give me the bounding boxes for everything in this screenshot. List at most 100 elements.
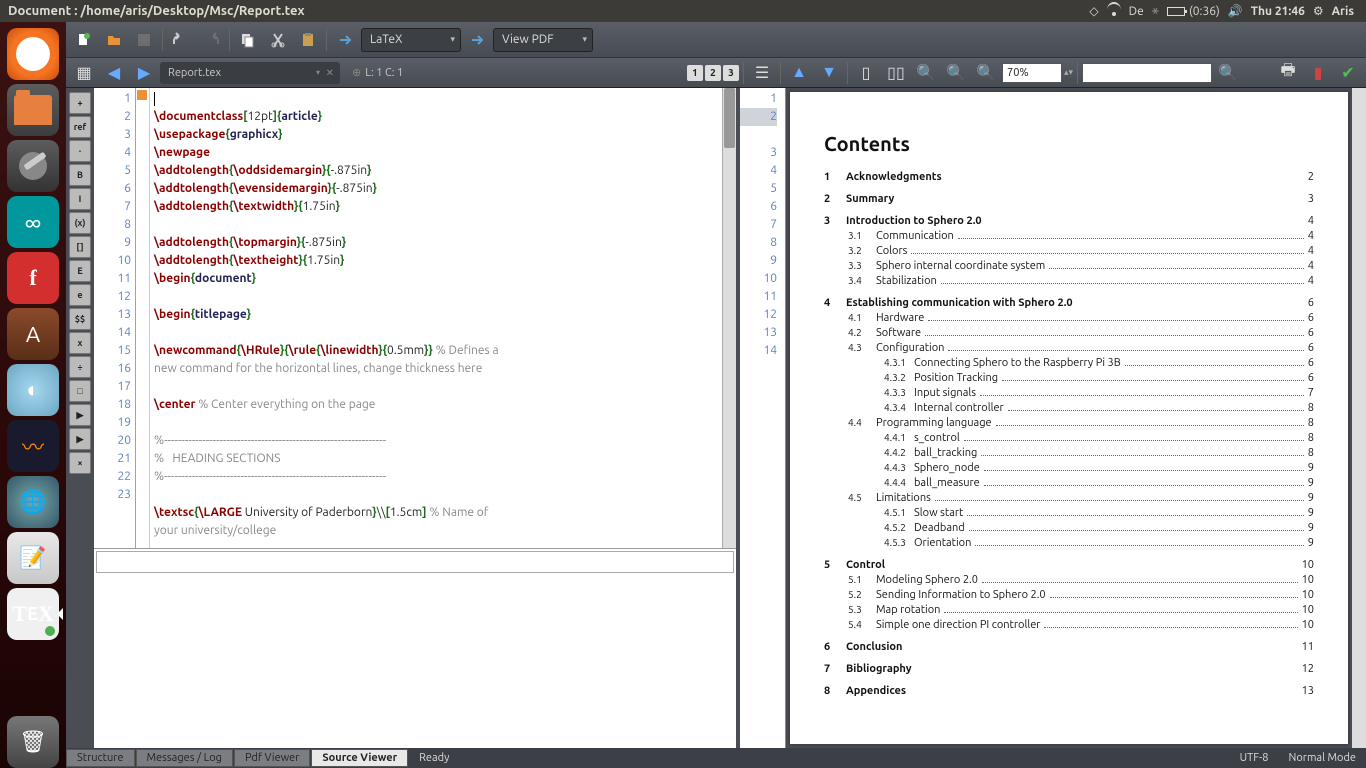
- copy-icon[interactable]: [234, 27, 262, 53]
- print-icon[interactable]: 🖶: [1274, 60, 1302, 86]
- toc-entry[interactable]: 7Bibliography12: [824, 663, 1314, 675]
- new-file-icon[interactable]: [70, 27, 98, 53]
- pdf-double-icon[interactable]: ▯▯: [882, 60, 910, 86]
- keyboard-indicator[interactable]: De: [1129, 5, 1144, 18]
- toggle-structure-icon[interactable]: ▦: [70, 60, 98, 86]
- toc-entry[interactable]: 4.4.1s_control8: [824, 432, 1314, 444]
- status-tab-source-viewer[interactable]: Source Viewer: [311, 749, 408, 767]
- sidetool-13[interactable]: ▶: [69, 404, 91, 426]
- marble-icon[interactable]: 🌐: [7, 476, 59, 528]
- sidetool-3[interactable]: B: [69, 164, 91, 186]
- toc-entry[interactable]: 4.2Software6: [824, 327, 1314, 339]
- pdf-down-icon[interactable]: ▼: [815, 60, 843, 86]
- wifi-icon[interactable]: [1107, 6, 1121, 16]
- code-editor[interactable]: 1234567891011121314151617181920212223 \d…: [94, 88, 736, 548]
- sidetool-5[interactable]: (x): [69, 212, 91, 234]
- toc-entry[interactable]: 4.5.2Deadband9: [824, 522, 1314, 534]
- dropbox-icon[interactable]: ◇: [1089, 4, 1098, 18]
- volume-icon[interactable]: 🔊: [1228, 4, 1243, 18]
- viewer-dropdown[interactable]: View PDF: [493, 28, 593, 52]
- toc-entry[interactable]: 4.4.4ball_measure9: [824, 477, 1314, 489]
- toc-entry[interactable]: 5.1Modeling Sphero 2.010: [824, 574, 1314, 586]
- zoom-fit-icon[interactable]: 🔍: [972, 60, 1000, 86]
- layout-3-button[interactable]: 3: [723, 65, 739, 81]
- layout-2-button[interactable]: 2: [705, 65, 721, 81]
- toc-entry[interactable]: 8Appendices13: [824, 685, 1314, 697]
- pdf-search-input[interactable]: [1082, 63, 1212, 83]
- build-icon[interactable]: [331, 27, 359, 53]
- toc-entry[interactable]: 4.5.3Orientation9: [824, 537, 1314, 549]
- cut-icon[interactable]: [264, 27, 292, 53]
- compiler-dropdown[interactable]: LaTeX: [361, 28, 461, 52]
- redo-icon[interactable]: [197, 27, 225, 53]
- battery-indicator[interactable]: (0:36): [1167, 5, 1220, 18]
- pdf-scrollbar[interactable]: [1352, 88, 1366, 748]
- zoom-in-icon[interactable]: 🔍: [942, 60, 970, 86]
- arduino-icon[interactable]: ∞: [7, 196, 59, 248]
- sidetool-10[interactable]: x: [69, 332, 91, 354]
- toc-entry[interactable]: 3.4Stabilization4: [824, 275, 1314, 287]
- pdf-single-icon[interactable]: ▯: [852, 60, 880, 86]
- software-center-icon[interactable]: A: [7, 308, 59, 360]
- pdf-page[interactable]: Contents 1Acknowledgments22Summary33Intr…: [790, 92, 1348, 744]
- sidetool-14[interactable]: ▶: [69, 428, 91, 450]
- toc-entry[interactable]: 3.3Sphero internal coordinate system4: [824, 260, 1314, 272]
- status-tab-pdf-viewer[interactable]: Pdf Viewer: [234, 749, 310, 767]
- gear-icon[interactable]: ⚙: [1313, 4, 1324, 18]
- toc-entry[interactable]: 3Introduction to Sphero 2.04: [824, 215, 1314, 227]
- toc-entry[interactable]: 4.5.1Slow start9: [824, 507, 1314, 519]
- open-file-icon[interactable]: [100, 27, 128, 53]
- bluetooth-icon[interactable]: ⚹: [1152, 4, 1159, 18]
- pdf-find-icon[interactable]: 🔍: [1214, 60, 1242, 86]
- toc-entry[interactable]: 5.3Map rotation10: [824, 604, 1314, 616]
- save-icon[interactable]: [130, 27, 158, 53]
- paste-icon[interactable]: [294, 27, 322, 53]
- sidetool-1[interactable]: ref: [69, 116, 91, 138]
- dash-icon[interactable]: [7, 28, 59, 80]
- settings-icon[interactable]: [7, 140, 59, 192]
- toc-entry[interactable]: 4.3.4Internal controller8: [824, 402, 1314, 414]
- prev-icon[interactable]: ◀: [100, 60, 128, 86]
- editor-scrollbar[interactable]: [722, 88, 736, 548]
- toc-entry[interactable]: 4.3Configuration6: [824, 342, 1314, 354]
- toc-entry[interactable]: 1Acknowledgments2: [824, 171, 1314, 183]
- toc-entry[interactable]: 4.3.3Input signals7: [824, 387, 1314, 399]
- toc-entry[interactable]: 4.4.2ball_tracking8: [824, 447, 1314, 459]
- view-icon[interactable]: [463, 27, 491, 53]
- code-area[interactable]: \documentclass[12pt]{article}\usepackage…: [150, 88, 722, 548]
- undo-icon[interactable]: [167, 27, 195, 53]
- sidetool-8[interactable]: e: [69, 284, 91, 306]
- pdf-toc-icon[interactable]: ☰: [748, 60, 776, 86]
- toc-entry[interactable]: 4.5Limitations9: [824, 492, 1314, 504]
- toc-entry[interactable]: 5Control10: [824, 559, 1314, 571]
- app-f-icon[interactable]: f: [7, 252, 59, 304]
- zoom-input[interactable]: [1002, 63, 1062, 83]
- sidetool-4[interactable]: I: [69, 188, 91, 210]
- sidetool-12[interactable]: □: [69, 380, 91, 402]
- sidetool-7[interactable]: E: [69, 260, 91, 282]
- toc-entry[interactable]: 5.2Sending Information to Sphero 2.010: [824, 589, 1314, 601]
- user-menu[interactable]: Aris: [1332, 5, 1354, 18]
- sidetool-6[interactable]: []: [69, 236, 91, 258]
- toc-entry[interactable]: 2Summary3: [824, 193, 1314, 205]
- audacity-icon[interactable]: 〰: [7, 420, 59, 472]
- toc-entry[interactable]: 4Establishing communication with Sphero …: [824, 297, 1314, 309]
- clock[interactable]: Thu 21:46: [1251, 5, 1305, 18]
- toc-entry[interactable]: 3.2Colors4: [824, 245, 1314, 257]
- toc-entry[interactable]: 4.3.2Position Tracking6: [824, 372, 1314, 384]
- pdf-config-icon[interactable]: ✔: [1334, 60, 1362, 86]
- toc-entry[interactable]: 4.1Hardware6: [824, 312, 1314, 324]
- toc-entry[interactable]: 5.4Simple one direction PI controller10: [824, 619, 1314, 631]
- files-icon[interactable]: [7, 84, 59, 136]
- toc-entry[interactable]: 4.4.3Sphero_node9: [824, 462, 1314, 474]
- sidetool-11[interactable]: ÷: [69, 356, 91, 378]
- sidetool-2[interactable]: ·: [69, 140, 91, 162]
- sidetool-0[interactable]: +: [69, 92, 91, 114]
- toc-entry[interactable]: 3.1Communication4: [824, 230, 1314, 242]
- chromium-icon[interactable]: ◐: [7, 364, 59, 416]
- texstudio-icon[interactable]: TEX: [7, 588, 59, 640]
- sidetool-9[interactable]: $$: [69, 308, 91, 330]
- message-input[interactable]: [96, 551, 734, 573]
- next-icon[interactable]: ▶: [130, 60, 158, 86]
- layout-1-button[interactable]: 1: [687, 65, 703, 81]
